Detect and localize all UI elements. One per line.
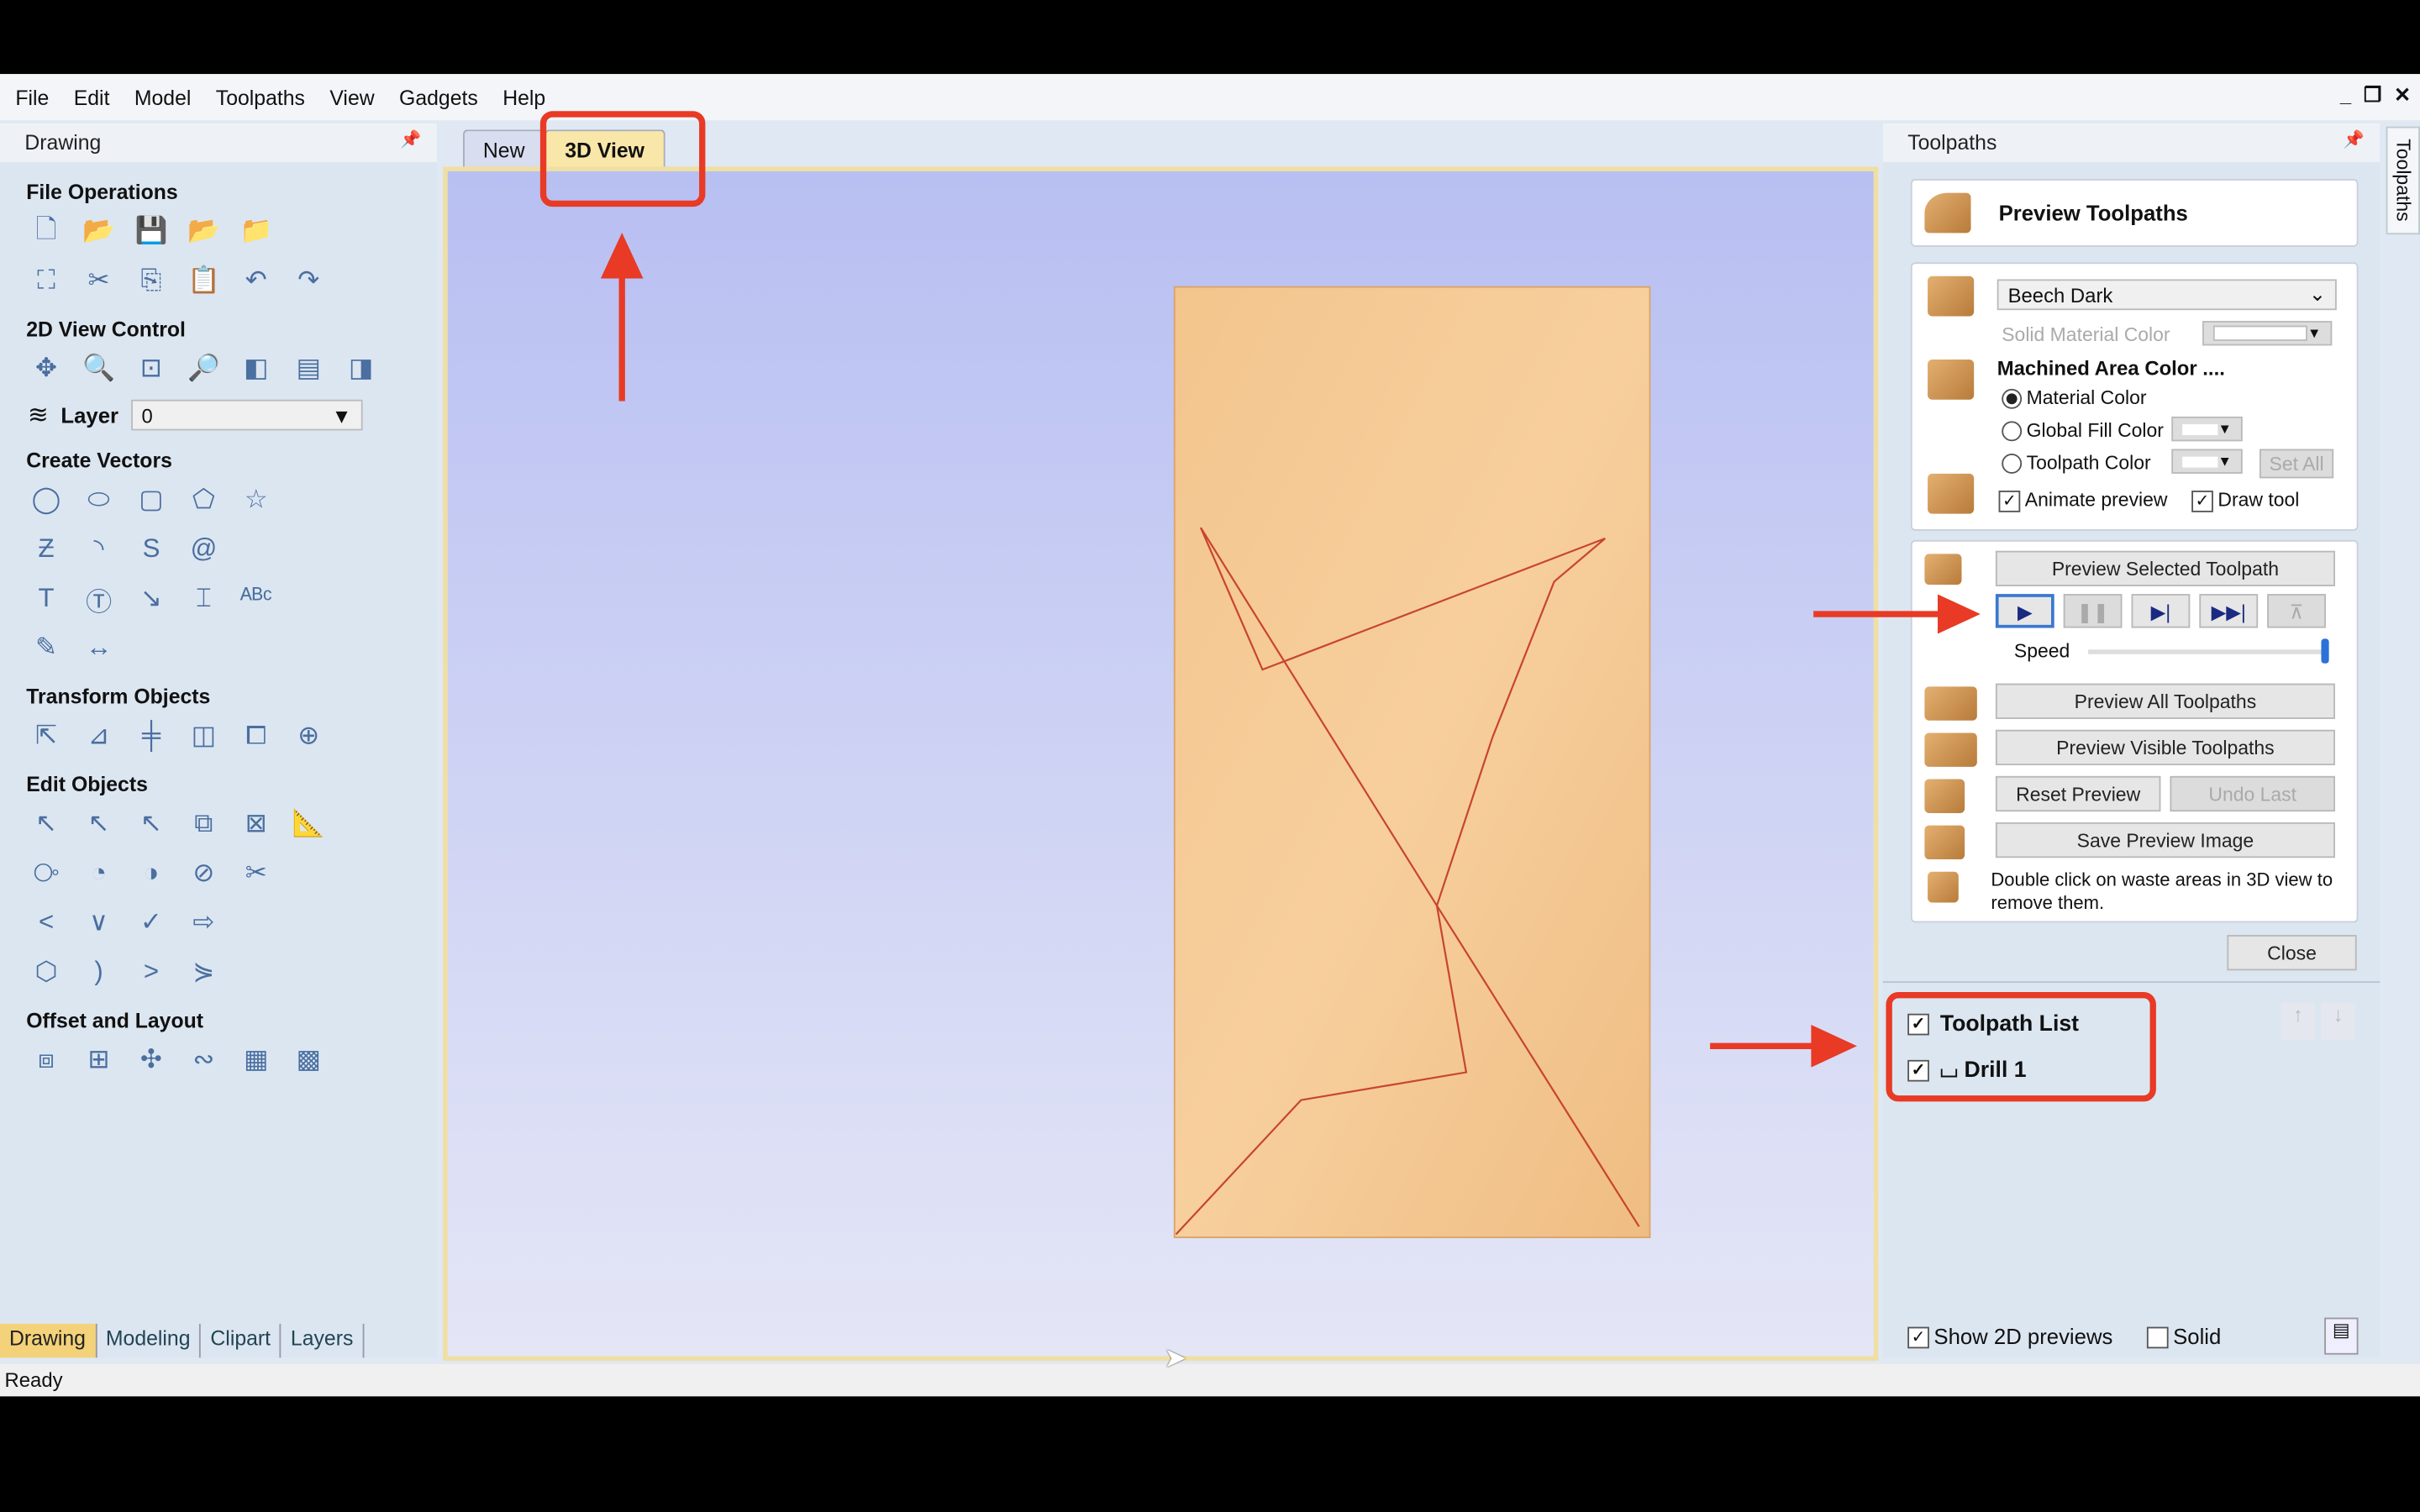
annotation-arrowhead — [1811, 1024, 1857, 1068]
annotation-arrowhead — [1938, 594, 1981, 634]
annotation-arrows — [600, 233, 1981, 1068]
screen: File Edit Model Toolpaths View Gadgets H… — [0, 0, 2420, 1512]
annotation-box — [1886, 992, 2156, 1102]
mouse-cursor-icon: ➤ — [1163, 1341, 1187, 1373]
annotation-arrowhead — [600, 233, 644, 279]
